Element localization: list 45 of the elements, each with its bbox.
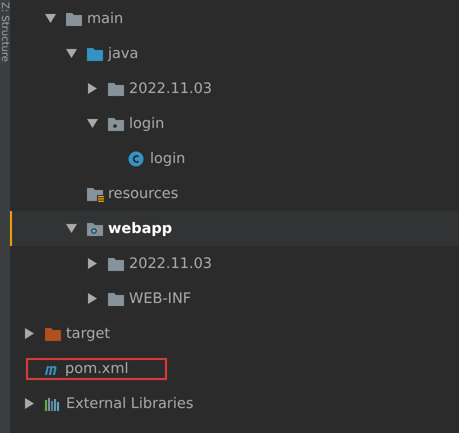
tree-item-label: target — [66, 326, 110, 342]
folder-icon — [107, 80, 125, 96]
resources-folder-icon — [86, 186, 104, 202]
expanded-arrow-icon[interactable] — [45, 13, 56, 24]
tree-row[interactable]: login — [10, 106, 459, 141]
folder-icon — [107, 256, 125, 272]
tree-row[interactable]: WEB-INF — [10, 281, 459, 316]
expanded-arrow-icon[interactable] — [66, 48, 77, 59]
structure-tab[interactable]: Z: Structure — [0, 2, 10, 62]
tree-item-label: 2022.11.03 — [129, 80, 212, 96]
tree-item-label: main — [87, 10, 124, 26]
class-icon — [128, 150, 146, 166]
collapsed-arrow-icon[interactable] — [87, 258, 98, 269]
web-folder-icon — [86, 220, 104, 236]
tree-item-label: java — [108, 46, 138, 62]
tree-row[interactable]: login — [10, 141, 459, 176]
tree-row[interactable]: target — [10, 316, 459, 351]
tree-row[interactable]: 2022.11.03 — [10, 246, 459, 281]
tree-item-label: 2022.11.03 — [129, 256, 212, 272]
folder-icon — [44, 326, 62, 342]
collapsed-arrow-icon[interactable] — [87, 293, 98, 304]
collapsed-arrow-icon[interactable] — [87, 83, 98, 94]
package-folder-icon — [107, 116, 125, 132]
libraries-icon — [44, 396, 62, 412]
tree-item-label: WEB-INF — [129, 290, 192, 306]
folder-icon — [86, 46, 104, 62]
tree-item-label: resources — [108, 186, 178, 202]
tree-row[interactable]: webapp — [10, 211, 459, 246]
collapsed-arrow-icon[interactable] — [24, 398, 35, 409]
tree-item-label: pom.xml — [65, 360, 129, 376]
tree-row[interactable]: External Libraries — [10, 386, 459, 421]
folder-icon — [107, 290, 125, 306]
tree-row[interactable]: resources — [10, 176, 459, 211]
collapsed-arrow-icon[interactable] — [24, 328, 35, 339]
expanded-arrow-icon[interactable] — [66, 223, 77, 234]
tree-item-label: login — [129, 116, 164, 132]
tree-row[interactable]: java — [10, 36, 459, 71]
folder-icon — [65, 10, 83, 26]
expanded-arrow-icon[interactable] — [87, 118, 98, 129]
tree-row[interactable]: main — [10, 1, 459, 36]
tree-row[interactable]: 2022.11.03 — [10, 71, 459, 106]
tree-item-label: webapp — [108, 220, 172, 236]
tree-row[interactable]: pom.xml — [10, 351, 459, 386]
tree-item-label: External Libraries — [66, 396, 194, 412]
tree-item-label: login — [150, 150, 186, 166]
